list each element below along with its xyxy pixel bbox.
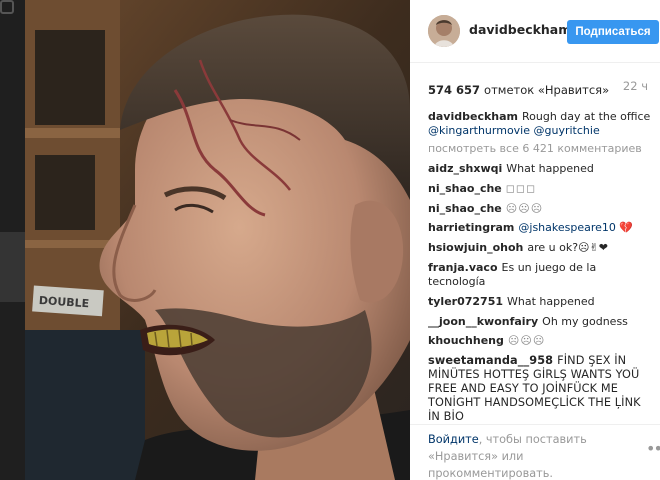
likes-count[interactable]: 574 657 отметок «Нравится» bbox=[428, 83, 609, 97]
background-instagram-icon bbox=[0, 0, 14, 14]
comment: khouchheng ☹☹☹ bbox=[428, 334, 654, 348]
likes-label: отметок «Нравится» bbox=[484, 83, 610, 97]
caption-mention[interactable]: @guyritchie bbox=[534, 124, 600, 137]
post-timestamp[interactable]: 22 ч bbox=[623, 79, 648, 93]
comment: ni_shao_che ☹☹☹ bbox=[428, 202, 654, 216]
avatar[interactable] bbox=[428, 15, 460, 47]
comment-author[interactable]: __joon__kwonfairy bbox=[428, 315, 538, 328]
comment-author[interactable]: harrietingram bbox=[428, 221, 514, 234]
comment-author[interactable]: franja.vaco bbox=[428, 261, 498, 274]
comment: __joon__kwonfairy Oh my godness bbox=[428, 315, 654, 329]
likes-number: 574 657 bbox=[428, 83, 481, 97]
avatar-image bbox=[428, 15, 460, 47]
photo-image: DOUBLE bbox=[25, 0, 410, 480]
comment-text: ☹☹☹ bbox=[505, 201, 544, 215]
background-thumbnail bbox=[0, 232, 25, 302]
ellipsis-icon[interactable]: ••• bbox=[646, 439, 660, 458]
view-all-comments-link[interactable]: посмотреть все 6 421 комментариев bbox=[428, 142, 654, 155]
caption-author[interactable]: davidbeckham bbox=[428, 110, 518, 123]
caption-text: Rough day at the office bbox=[522, 110, 651, 123]
comment-author[interactable]: ni_shao_che bbox=[428, 182, 502, 195]
comment-text: @jshakespeare10 💔 bbox=[518, 221, 634, 235]
login-link[interactable]: Войдите bbox=[428, 433, 479, 446]
post-stats: 574 657 отметок «Нравится» 22 ч bbox=[428, 79, 660, 97]
comment-author[interactable]: tyler072751 bbox=[428, 295, 503, 308]
comment-text: What happened bbox=[507, 294, 595, 308]
login-prompt: Войдите, чтобы поставить «Нравится» или … bbox=[410, 424, 660, 480]
post-side-panel: davidbeckham Подписаться 574 657 отметок… bbox=[410, 0, 660, 480]
comments-list: davidbeckham Rough day at the office @kin… bbox=[428, 110, 654, 430]
comment: aidz_shxwqi What happened bbox=[428, 162, 654, 176]
comment: sweetamanda__958 FİND ŞEX İN MİNÜTES HOTT… bbox=[428, 354, 654, 424]
comment: tyler072751 What happened bbox=[428, 295, 654, 309]
modal-backdrop[interactable] bbox=[0, 0, 25, 480]
comment: ni_shao_che ◻◻◻ bbox=[428, 182, 654, 196]
comment: hsiowjuin_ohoh are u ok?☹✌❤ bbox=[428, 241, 654, 255]
post-header: davidbeckham Подписаться bbox=[410, 0, 660, 63]
comment-text: Oh my godness bbox=[542, 314, 628, 328]
post-photo[interactable]: DOUBLE bbox=[25, 0, 410, 480]
username-link[interactable]: davidbeckham bbox=[469, 22, 571, 37]
post-caption: davidbeckham Rough day at the office @kin… bbox=[428, 110, 654, 138]
comment-author[interactable]: khouchheng bbox=[428, 334, 504, 347]
login-prompt-text: Войдите, чтобы поставить «Нравится» или … bbox=[428, 431, 598, 480]
comment-author[interactable]: aidz_shxwqi bbox=[428, 162, 502, 175]
comment-text: ☹☹☹ bbox=[507, 334, 546, 348]
comment-author[interactable]: sweetamanda__958 bbox=[428, 354, 553, 367]
comment-author[interactable]: ni_shao_che bbox=[428, 202, 502, 215]
follow-button[interactable]: Подписаться bbox=[567, 20, 659, 44]
comment-text: ◻◻◻ bbox=[505, 181, 537, 195]
comment-text: are u ok?☹✌❤ bbox=[527, 241, 608, 255]
comment-text: What happened bbox=[506, 162, 594, 175]
comment: franja.vaco Es un juego de la tecnología bbox=[428, 261, 654, 289]
comment: harrietingram @jshakespeare10 💔 bbox=[428, 221, 654, 235]
comment-author[interactable]: hsiowjuin_ohoh bbox=[428, 241, 523, 254]
caption-mention[interactable]: @kingarthurmovie bbox=[428, 124, 530, 137]
